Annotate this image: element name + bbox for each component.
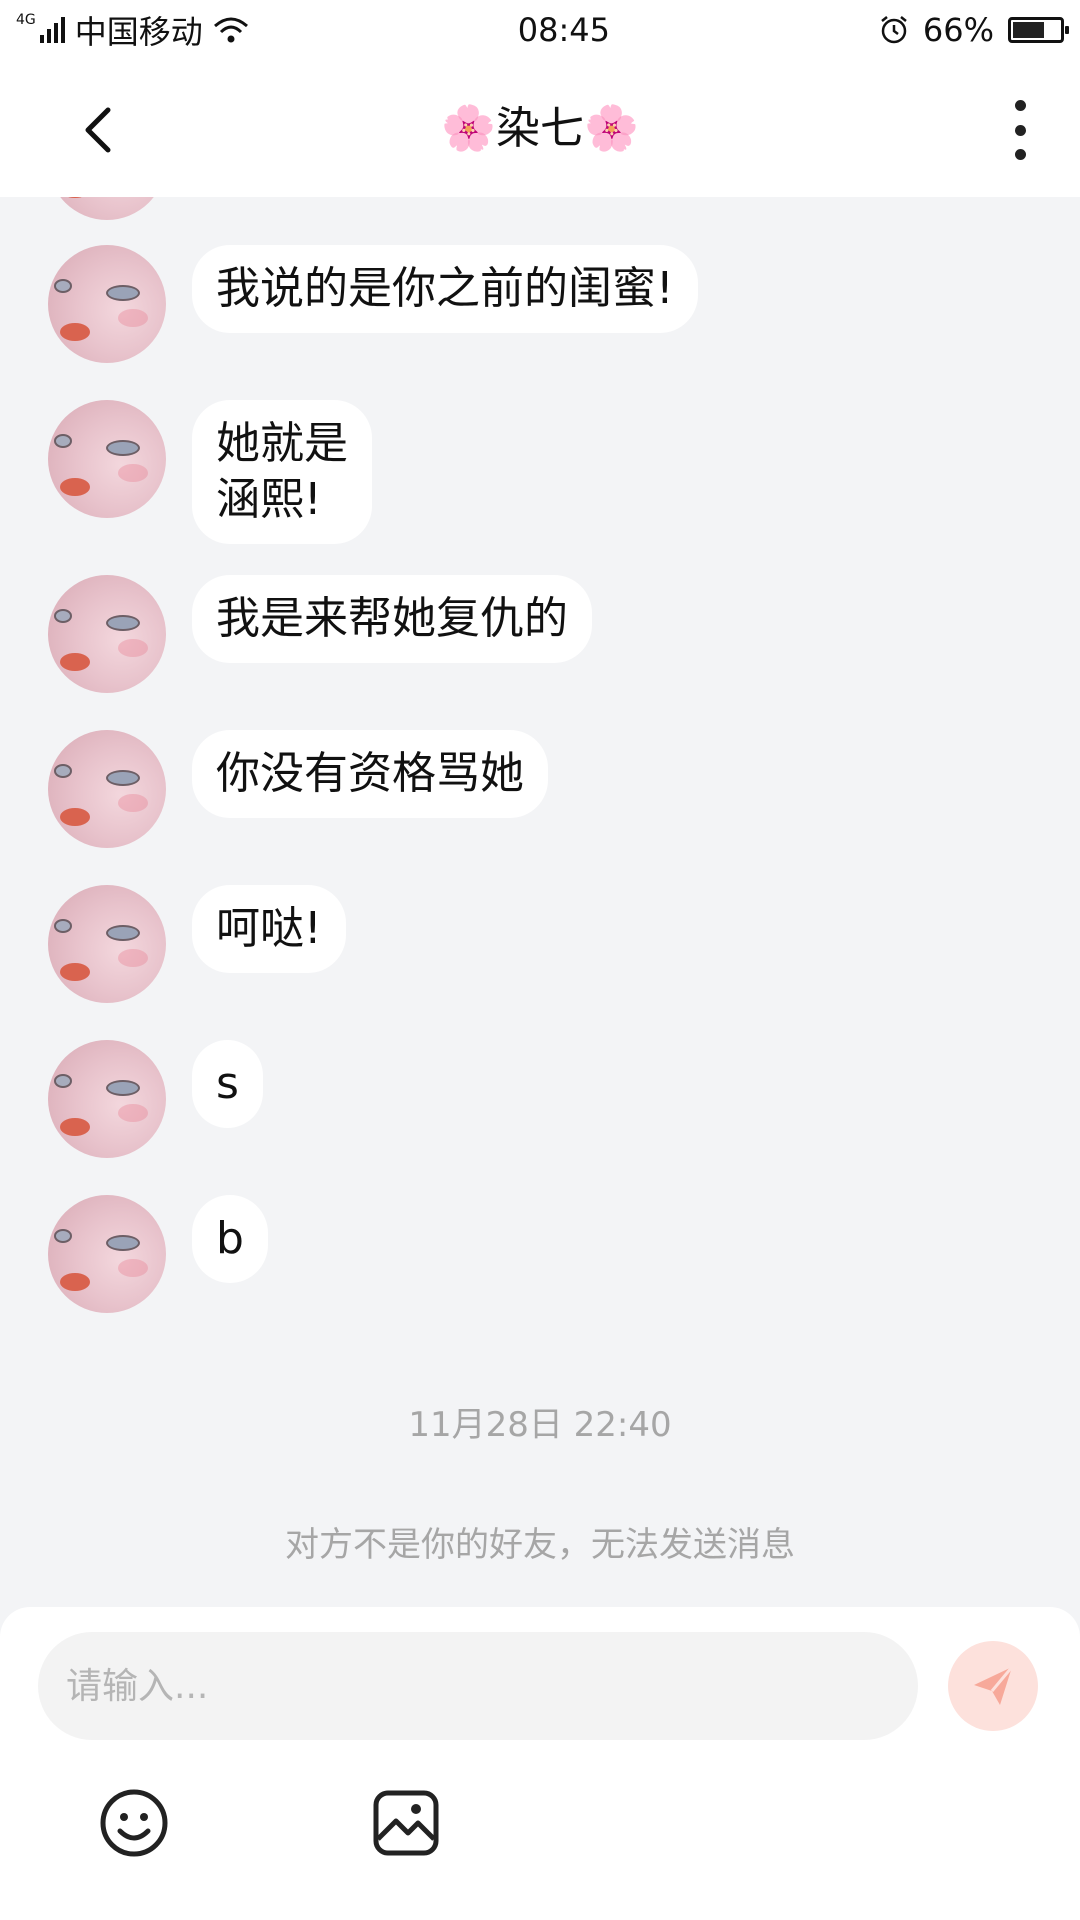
avatar[interactable] — [48, 245, 166, 363]
message-input[interactable] — [38, 1632, 918, 1740]
clock: 08:45 — [517, 11, 610, 49]
signal-icon — [39, 17, 65, 43]
message-bubble[interactable]: 她就是 涵熙! — [192, 400, 372, 544]
network-type: 4G — [16, 12, 36, 28]
battery-icon — [1008, 17, 1069, 43]
message-bubble[interactable]: s — [192, 1040, 263, 1128]
wifi-icon — [213, 17, 248, 43]
avatar[interactable] — [48, 400, 166, 518]
chat-area[interactable]: 我说的是你之前的闺蜜! 她就是 涵熙! 我是来帮她复仇的 你没有资格骂她 呵哒!… — [0, 197, 1080, 1607]
more-options-icon[interactable] — [1000, 100, 1040, 160]
message-bubble[interactable]: 你没有资格骂她 — [192, 730, 548, 818]
message-bubble[interactable]: 我说的是你之前的闺蜜! — [192, 245, 698, 333]
message-bubble[interactable]: 呵哒! — [192, 885, 346, 973]
image-icon[interactable] — [370, 1787, 442, 1859]
status-bar: 4G 中国移动 08:45 66% — [0, 0, 1080, 60]
paper-plane-icon — [974, 1666, 1014, 1705]
battery-percent: 66% — [922, 11, 994, 49]
emoji-icon[interactable] — [98, 1787, 170, 1859]
message-bubble[interactable]: b — [192, 1195, 268, 1283]
send-button[interactable] — [948, 1641, 1038, 1731]
avatar[interactable] — [48, 575, 166, 693]
message-timestamp: 11月28日 22:40 — [408, 1405, 672, 1445]
avatar[interactable] — [48, 730, 166, 848]
navigation-bar: 🌸染七🌸 — [0, 60, 1080, 197]
chat-title: 🌸染七🌸 — [441, 103, 639, 154]
avatar[interactable] — [48, 197, 166, 220]
carrier-name: 中国移动 — [74, 13, 203, 51]
system-notice: 对方不是你的好友，无法发送消息 — [285, 1525, 795, 1565]
message-composer — [0, 1607, 1080, 1920]
alarm-icon — [881, 16, 907, 44]
message-bubble[interactable]: 我是来帮她复仇的 — [192, 575, 592, 663]
avatar[interactable] — [48, 885, 166, 1003]
avatar[interactable] — [48, 1195, 166, 1313]
avatar[interactable] — [48, 1040, 166, 1158]
